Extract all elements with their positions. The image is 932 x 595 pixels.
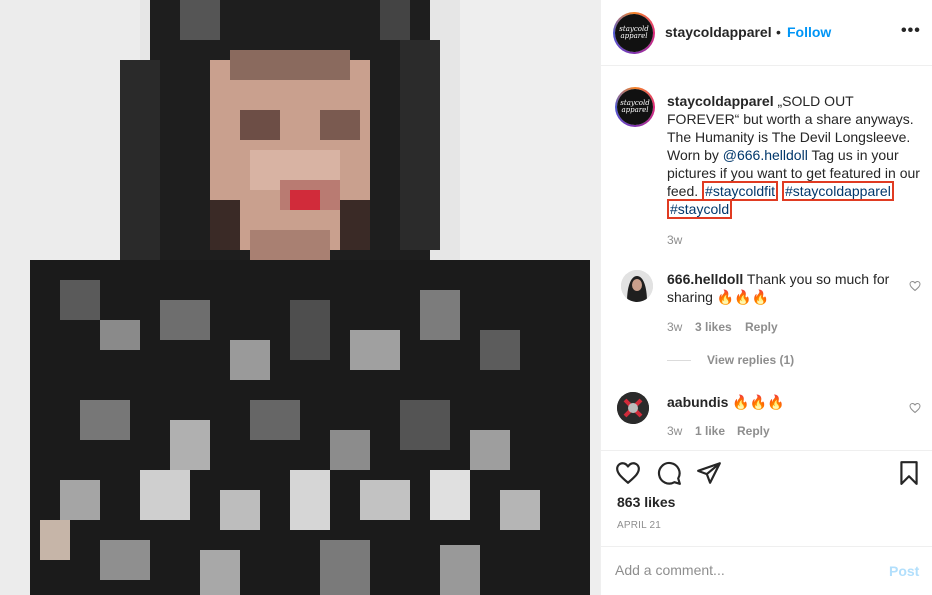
likes-count[interactable]: 863 likes: [617, 494, 675, 510]
caption-username[interactable]: staycoldapparel: [667, 93, 774, 109]
avatar-logo-text: staycold apparel: [615, 14, 653, 52]
comment-likes-count[interactable]: 1 like: [695, 424, 725, 438]
view-replies-line: [667, 360, 691, 361]
caption-time: 3w: [667, 233, 683, 247]
add-comment-bar: Post: [601, 546, 932, 595]
caption-avatar-logo-text: staycold apparel: [617, 89, 653, 125]
hashtag-staycold[interactable]: #staycold: [667, 199, 733, 219]
comment-username[interactable]: 666.helldoll: [667, 271, 743, 287]
comment-body: 🔥🔥🔥: [728, 394, 785, 410]
comment-reply-button[interactable]: Reply: [745, 320, 778, 334]
follow-button[interactable]: Follow: [787, 24, 831, 40]
like-heart-icon[interactable]: [615, 460, 641, 486]
avatar-photo-icon: [617, 392, 649, 424]
pixelated-photo-image: [0, 0, 600, 595]
comment-reply-button[interactable]: Reply: [737, 424, 770, 438]
account-avatar[interactable]: staycold apparel: [613, 12, 655, 54]
comment-likes-count[interactable]: 3 likes: [695, 320, 732, 334]
comment-like-heart-icon[interactable]: [909, 402, 921, 414]
post-comment-button[interactable]: Post: [889, 563, 919, 579]
save-bookmark-icon[interactable]: [896, 460, 922, 486]
caption-mention[interactable]: @666.helldoll: [723, 147, 808, 163]
comment-avatar-666helldoll[interactable]: [621, 270, 653, 302]
post-caption: staycoldapparel „SOLD OUT FOREVER“ but w…: [667, 92, 927, 219]
comment-username[interactable]: aabundis: [667, 394, 728, 410]
post-panel: staycold apparel staycoldapparel • Follo…: [600, 0, 932, 595]
avatar-photo-icon: [621, 270, 653, 302]
hashtag-staycoldfit[interactable]: #staycoldfit: [702, 181, 779, 201]
more-options-icon[interactable]: •••: [901, 22, 921, 40]
comment-avatar-aabundis[interactable]: [617, 392, 649, 424]
post-photo[interactable]: [0, 0, 600, 595]
comment-aabundis: aabundis 🔥🔥🔥: [667, 393, 897, 411]
header-username[interactable]: staycoldapparel: [665, 24, 772, 40]
post-actions: 863 likes APRIL 21 Post: [601, 450, 932, 595]
caption-avatar[interactable]: staycold apparel: [615, 87, 655, 127]
comment-like-heart-icon[interactable]: [909, 280, 921, 292]
comment-666helldoll: 666.helldoll Thank you so much for shari…: [667, 270, 897, 306]
comment-time: 3w: [667, 424, 683, 438]
hashtag-staycoldapparel[interactable]: #staycoldapparel: [781, 181, 894, 201]
add-comment-input[interactable]: [615, 559, 865, 581]
header-separator-dot: •: [776, 24, 781, 40]
comment-bubble-icon[interactable]: [656, 460, 682, 486]
post-header: staycold apparel staycoldapparel • Follo…: [601, 0, 932, 66]
comment-time: 3w: [667, 320, 683, 334]
view-replies-button[interactable]: View replies (1): [707, 353, 794, 367]
share-paper-plane-icon[interactable]: [696, 460, 722, 486]
post-date: APRIL 21: [617, 520, 662, 531]
